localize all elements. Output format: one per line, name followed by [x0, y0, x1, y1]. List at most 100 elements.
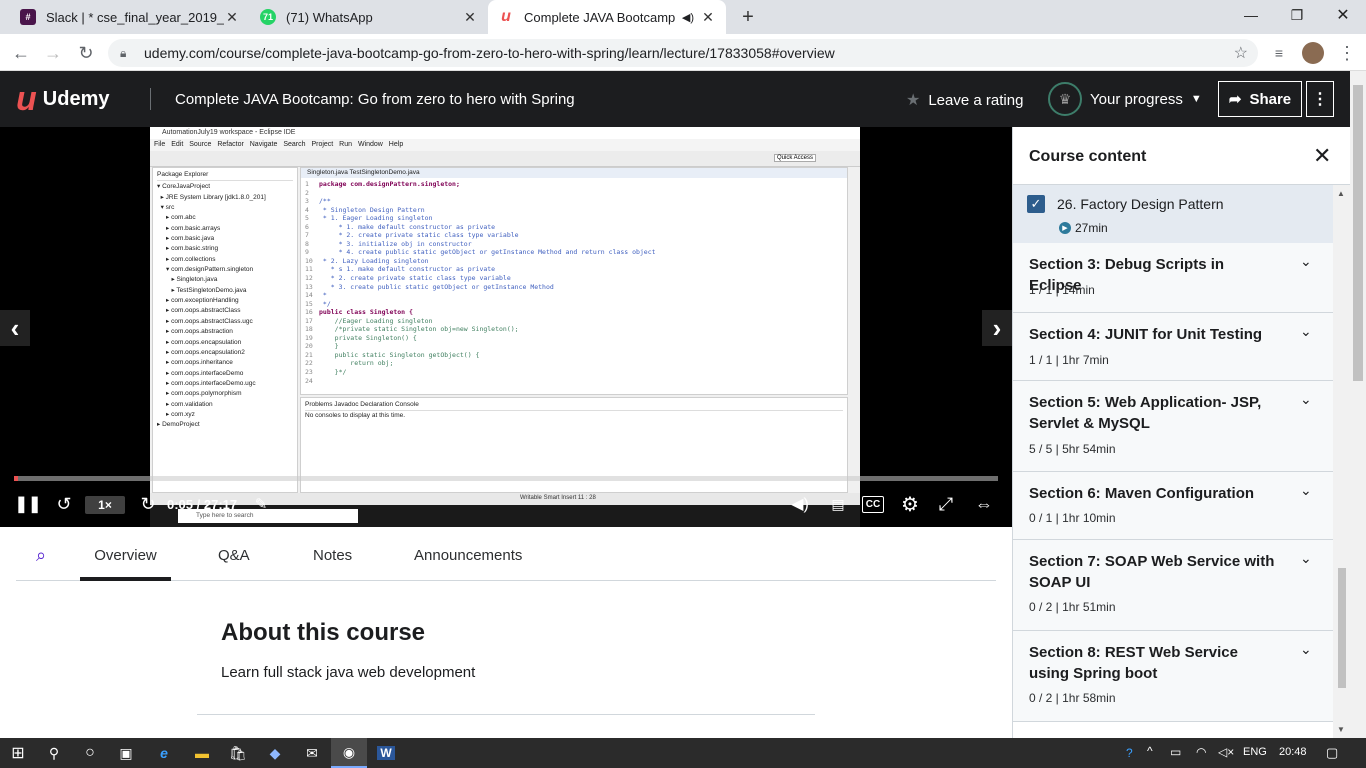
- clock[interactable]: 20:48: [1279, 746, 1307, 758]
- code-editor: Singleton.java TestSingletonDemo.java 1 p…: [300, 167, 848, 395]
- tab-overview[interactable]: Overview: [80, 541, 171, 581]
- cortana-icon[interactable]: ○: [72, 738, 108, 768]
- expand-icon[interactable]: ⇔: [970, 491, 998, 517]
- scrollbar-thumb[interactable]: [1353, 85, 1363, 381]
- battery-icon[interactable]: ▭: [1170, 745, 1181, 759]
- address-bar[interactable]: 🔒︎ udemy.com/course/complete-java-bootca…: [108, 39, 1258, 67]
- more-options-icon[interactable]: ⋮: [1306, 81, 1334, 117]
- explorer-item: ▸ JRE System Library [jdk1.8.0_201]: [157, 193, 266, 201]
- close-tab-icon[interactable]: ✕: [462, 9, 478, 26]
- chevron-down-icon[interactable]: ⌄: [1300, 641, 1312, 658]
- mail-icon[interactable]: ✉: [294, 738, 330, 768]
- forward-icon[interactable]: ↻: [136, 491, 160, 517]
- tab-qa[interactable]: Q&A: [218, 541, 250, 581]
- transcript-icon[interactable]: ▤: [826, 491, 850, 517]
- minimize-button[interactable]: —: [1228, 0, 1274, 30]
- fullscreen-icon[interactable]: ⤢: [934, 491, 958, 517]
- browser-tab-whatsapp[interactable]: 71 (71) WhatsApp ✕: [250, 0, 488, 34]
- leave-rating-label: Leave a rating: [928, 91, 1024, 109]
- browser-menu-icon[interactable]: ⋮: [1334, 40, 1360, 66]
- wifi-icon[interactable]: ◠: [1196, 745, 1206, 759]
- sidebar-scrollbar[interactable]: ▲ ▼: [1333, 185, 1351, 738]
- speaker-icon[interactable]: ◀): [682, 11, 694, 24]
- leave-rating-button[interactable]: ★ Leave a rating: [906, 90, 1023, 110]
- tab-title: Complete JAVA Bootcamp: G: [524, 9, 676, 25]
- task-view-icon[interactable]: ▣: [108, 738, 144, 768]
- completed-checkbox[interactable]: ✓: [1027, 195, 1045, 213]
- udemy-logo[interactable]: u Udemy: [16, 82, 109, 116]
- tab-notes[interactable]: Notes: [313, 541, 352, 581]
- scroll-up-icon[interactable]: ▲: [1337, 189, 1345, 198]
- word-icon[interactable]: W: [368, 738, 404, 768]
- browser-tab-slack[interactable]: # Slack | * cse_final_year_2019_20 ✕: [10, 0, 250, 34]
- video-frame: AutomationJuly19 workspace - Eclipse IDE…: [150, 127, 860, 527]
- your-progress-button[interactable]: ♛ Your progress ▼: [1048, 82, 1202, 116]
- browser-tab-udemy[interactable]: u Complete JAVA Bootcamp: G ◀) ✕: [488, 0, 726, 34]
- help-icon[interactable]: ?: [1126, 746, 1133, 760]
- volume-icon[interactable]: ◀): [788, 491, 812, 517]
- explorer-item: ▸ com.oops.encapsulation: [157, 338, 242, 346]
- line-number: 13: [305, 282, 313, 291]
- chevron-down-icon[interactable]: ⌄: [1300, 391, 1312, 408]
- line-number: 11: [305, 265, 313, 274]
- course-content-sidebar: Course content ✕ ✓ 26. Factory Design Pa…: [1012, 127, 1351, 738]
- close-tab-icon[interactable]: ✕: [700, 9, 716, 26]
- tab-title: Slack | * cse_final_year_2019_20: [46, 9, 224, 25]
- scrollbar-thumb[interactable]: [1338, 568, 1346, 688]
- section-item[interactable]: Section 3: Debug Scripts in Eclipse 1 / …: [1013, 243, 1333, 313]
- file-explorer-icon[interactable]: ▬: [184, 738, 220, 768]
- close-icon[interactable]: ✕: [1313, 143, 1331, 169]
- edge-icon[interactable]: e: [146, 738, 182, 768]
- page-scrollbar[interactable]: [1350, 71, 1366, 738]
- reload-icon[interactable]: ↻: [73, 40, 99, 66]
- chevron-down-icon[interactable]: ⌄: [1300, 482, 1312, 499]
- volume-muted-icon[interactable]: ◁×: [1218, 745, 1234, 759]
- back-icon[interactable]: ←: [8, 40, 34, 66]
- video-player[interactable]: AutomationJuly19 workspace - Eclipse IDE…: [0, 127, 1012, 527]
- maximize-button[interactable]: ❐: [1274, 0, 1320, 30]
- chevron-down-icon: ▼: [1190, 93, 1202, 105]
- new-tab-button[interactable]: +: [736, 6, 760, 28]
- notes-icon[interactable]: ✎: [250, 491, 272, 517]
- chrome-icon[interactable]: ◉: [331, 738, 367, 768]
- scroll-down-icon[interactable]: ▼: [1337, 725, 1345, 734]
- tab-announcements[interactable]: Announcements: [414, 541, 522, 581]
- windows-start-icon[interactable]: ⊞: [0, 738, 36, 768]
- chevron-down-icon[interactable]: ⌄: [1300, 323, 1312, 340]
- playback-speed-button[interactable]: 1×: [85, 496, 125, 514]
- previous-lecture-icon[interactable]: ‹: [0, 310, 30, 346]
- section-item[interactable]: Section 8: REST Web Service using Spring…: [1013, 631, 1333, 722]
- section-item[interactable]: Section 5: Web Application- JSP, Servlet…: [1013, 381, 1333, 472]
- section-item[interactable]: Section 7: SOAP Web Service with SOAP UI…: [1013, 540, 1333, 631]
- section-meta: 0 / 2 | 1hr 58min: [1029, 691, 1116, 705]
- dropbox-icon[interactable]: ◆: [257, 738, 293, 768]
- course-title[interactable]: Complete JAVA Bootcamp: Go from zero to …: [175, 91, 575, 108]
- settings-gear-icon[interactable]: ⚙: [898, 491, 922, 517]
- language-indicator[interactable]: ENG: [1243, 746, 1267, 758]
- media-control-icon[interactable]: ≡: [1266, 40, 1292, 66]
- notifications-icon[interactable]: ▢: [1326, 745, 1338, 761]
- next-lecture-icon[interactable]: ›: [982, 310, 1012, 346]
- forward-icon[interactable]: →: [40, 40, 66, 66]
- chevron-down-icon[interactable]: ⌄: [1300, 253, 1312, 270]
- pause-icon[interactable]: ❚❚: [15, 491, 42, 517]
- close-tab-icon[interactable]: ✕: [224, 9, 240, 26]
- close-window-button[interactable]: ✕: [1320, 0, 1366, 30]
- search-icon[interactable]: ⚲: [36, 738, 72, 768]
- rewind-icon[interactable]: ↺: [52, 491, 76, 517]
- share-button[interactable]: ➦ Share: [1218, 81, 1302, 117]
- captions-icon[interactable]: CC: [862, 496, 884, 513]
- search-icon[interactable]: ⌕: [36, 545, 46, 566]
- section-item[interactable]: Section 6: Maven Configuration 0 / 1 | 1…: [1013, 472, 1333, 540]
- seek-bar[interactable]: [14, 476, 998, 481]
- chevron-up-icon[interactable]: ^: [1147, 744, 1153, 758]
- time-display: 0:05 / 27:17: [167, 497, 238, 512]
- chevron-down-icon[interactable]: ⌄: [1300, 550, 1312, 567]
- section-item[interactable]: Section 4: JUNIT for Unit Testing 1 / 1 …: [1013, 313, 1333, 381]
- current-lecture-item[interactable]: ✓ 26. Factory Design Pattern ▶ 27min: [1013, 185, 1333, 243]
- browser-tab-strip: # Slack | * cse_final_year_2019_20 ✕ 71 …: [0, 0, 1366, 34]
- bookmark-star-icon[interactable]: ☆: [1234, 43, 1248, 63]
- store-icon[interactable]: 🛍︎: [220, 738, 256, 768]
- section-title: Section 5: Web Application- JSP, Servlet…: [1029, 394, 1262, 432]
- profile-avatar[interactable]: [1302, 42, 1324, 64]
